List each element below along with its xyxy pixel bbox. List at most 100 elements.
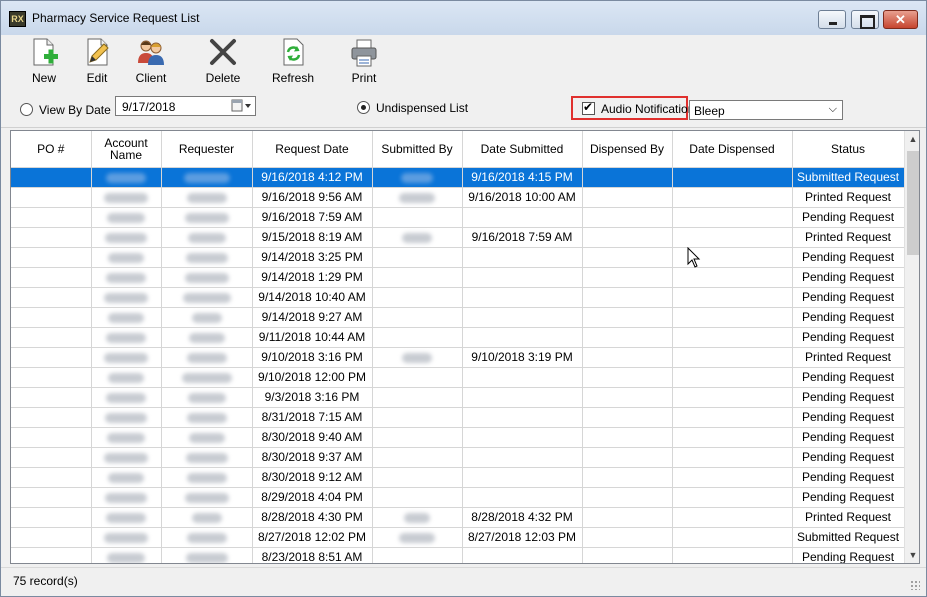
redacted-text xyxy=(185,252,228,263)
account-name-cell xyxy=(91,487,162,508)
table-row[interactable]: 9/16/2018 4:12 PM 9/16/2018 4:15 PM Submit… xyxy=(11,167,905,188)
calendar-dropdown-icon[interactable] xyxy=(231,99,253,113)
column-header-date-dispensed[interactable]: Date Dispensed xyxy=(672,131,793,168)
table-row[interactable]: 9/14/2018 3:25 PM Pending Request xyxy=(11,247,905,268)
account-name-cell xyxy=(91,467,162,488)
column-header-date-submitted[interactable]: Date Submitted xyxy=(462,131,583,168)
submitted-by-cell xyxy=(372,247,463,268)
date-submitted-cell xyxy=(462,247,583,268)
edit-button[interactable]: Edit xyxy=(79,37,115,87)
table-row[interactable]: 9/16/2018 9:56 AM 9/16/2018 10:00 AM Print… xyxy=(11,187,905,208)
date-submitted-cell xyxy=(462,287,583,308)
table-row[interactable]: 9/3/2018 3:16 PM Pending Request xyxy=(11,387,905,408)
edit-label: Edit xyxy=(86,71,108,85)
table-row[interactable]: 8/30/2018 9:12 AM Pending Request xyxy=(11,467,905,488)
table-row[interactable]: 9/10/2018 3:16 PM 9/10/2018 3:19 PM Printe… xyxy=(11,347,905,368)
table-row[interactable]: 9/14/2018 1:29 PM Pending Request xyxy=(11,267,905,288)
status-cell: Printed Request xyxy=(792,347,905,368)
redacted-text xyxy=(184,212,229,223)
redacted-text xyxy=(402,232,432,243)
column-header-po[interactable]: PO # xyxy=(11,131,92,168)
undispensed-list-radio[interactable] xyxy=(357,101,370,114)
status-cell: Pending Request xyxy=(792,207,905,228)
column-header-status[interactable]: Status xyxy=(792,131,905,168)
view-by-date-radio[interactable] xyxy=(20,103,33,116)
close-button[interactable]: ✕ xyxy=(883,10,918,29)
dispensed-by-cell xyxy=(582,327,673,348)
status-cell: Submitted Request xyxy=(792,527,905,548)
delete-button[interactable]: Delete xyxy=(201,37,245,87)
maximize-button[interactable] xyxy=(851,10,879,29)
scroll-down-icon[interactable]: ▼ xyxy=(905,547,919,563)
vertical-scrollbar[interactable]: ▲ ▼ xyxy=(904,131,919,563)
redacted-text xyxy=(106,512,146,523)
column-header-requester[interactable]: Requester xyxy=(161,131,253,168)
audio-notification-checkbox[interactable]: ✔ xyxy=(582,100,595,115)
redacted-text xyxy=(404,512,430,523)
table-row[interactable]: 8/29/2018 4:04 PM Pending Request xyxy=(11,487,905,508)
refresh-button[interactable]: Refresh xyxy=(269,37,317,87)
date-picker[interactable]: 9/17/2018 xyxy=(115,96,256,116)
request-date-cell: 9/15/2018 8:19 AM xyxy=(252,227,373,248)
scroll-thumb[interactable] xyxy=(907,151,919,255)
table-row[interactable]: 8/28/2018 4:30 PM 8/28/2018 4:32 PM Printe… xyxy=(11,507,905,528)
client-label: Client xyxy=(135,71,167,85)
dispensed-by-cell xyxy=(582,187,673,208)
print-button[interactable]: Print xyxy=(345,37,383,87)
table-row[interactable]: 9/14/2018 10:40 AM Pending Request xyxy=(11,287,905,308)
table-row[interactable]: 9/14/2018 9:27 AM Pending Request xyxy=(11,307,905,328)
column-header-submitted-by[interactable]: Submitted By xyxy=(372,131,463,168)
table-row[interactable]: 9/15/2018 8:19 AM 9/16/2018 7:59 AM Printe… xyxy=(11,227,905,248)
po-cell xyxy=(11,467,92,488)
minimize-button[interactable] xyxy=(818,10,846,29)
request-date-cell: 9/10/2018 3:16 PM xyxy=(252,347,373,368)
table-row[interactable]: 8/30/2018 9:40 AM Pending Request xyxy=(11,427,905,448)
status-cell: Pending Request xyxy=(792,447,905,468)
request-date-cell: 9/11/2018 10:44 AM xyxy=(252,327,373,348)
undispensed-list-label: Undispensed List xyxy=(376,101,469,115)
table-row[interactable]: 8/31/2018 7:15 AM Pending Request xyxy=(11,407,905,428)
dispensed-by-cell xyxy=(582,427,673,448)
sound-select[interactable]: Bleep ⌵ xyxy=(689,100,843,120)
date-dispensed-cell xyxy=(672,467,793,488)
resize-grip-icon[interactable] xyxy=(910,580,920,590)
delete-label: Delete xyxy=(205,71,241,85)
status-cell: Pending Request xyxy=(792,467,905,488)
po-cell xyxy=(11,247,92,268)
date-value: 9/17/2018 xyxy=(122,100,176,114)
table-row[interactable]: 9/11/2018 10:44 AM Pending Request xyxy=(11,327,905,348)
status-cell: Pending Request xyxy=(792,247,905,268)
new-button[interactable]: New xyxy=(25,37,63,87)
redacted-text xyxy=(188,432,225,443)
column-header-dispensed-by[interactable]: Dispensed By xyxy=(582,131,673,168)
date-dispensed-cell xyxy=(672,387,793,408)
new-label: New xyxy=(31,71,56,85)
record-count: 75 record(s) xyxy=(13,574,78,588)
redacted-text xyxy=(186,472,227,483)
date-submitted-cell xyxy=(462,307,583,328)
table-body: 9/16/2018 4:12 PM 9/16/2018 4:15 PM Submit… xyxy=(11,167,905,563)
dispensed-by-cell xyxy=(582,267,673,288)
po-cell xyxy=(11,287,92,308)
redacted-text xyxy=(401,172,433,183)
date-dispensed-cell xyxy=(672,487,793,508)
column-header-account-name[interactable]: Account Name xyxy=(91,131,162,168)
column-header-request-date[interactable]: Request Date xyxy=(252,131,373,168)
requester-cell xyxy=(161,427,253,448)
requester-cell xyxy=(161,267,253,288)
table-row[interactable]: 9/10/2018 12:00 PM Pending Request xyxy=(11,367,905,388)
requester-cell xyxy=(161,167,253,188)
client-button[interactable]: Client xyxy=(129,37,173,87)
requester-cell xyxy=(161,547,253,563)
account-name-cell xyxy=(91,247,162,268)
table-row[interactable]: 9/16/2018 7:59 AM Pending Request xyxy=(11,207,905,228)
scroll-up-icon[interactable]: ▲ xyxy=(905,131,919,147)
table-row[interactable]: 8/27/2018 12:02 PM 8/27/2018 12:03 PM Subm… xyxy=(11,527,905,548)
submitted-by-cell xyxy=(372,347,463,368)
table-row[interactable]: 8/30/2018 9:37 AM Pending Request xyxy=(11,447,905,468)
date-dispensed-cell xyxy=(672,507,793,528)
submitted-by-cell xyxy=(372,427,463,448)
redacted-text xyxy=(184,272,229,283)
request-date-cell: 8/29/2018 4:04 PM xyxy=(252,487,373,508)
table-row[interactable]: 8/23/2018 8:51 AM Pending Request xyxy=(11,547,905,563)
